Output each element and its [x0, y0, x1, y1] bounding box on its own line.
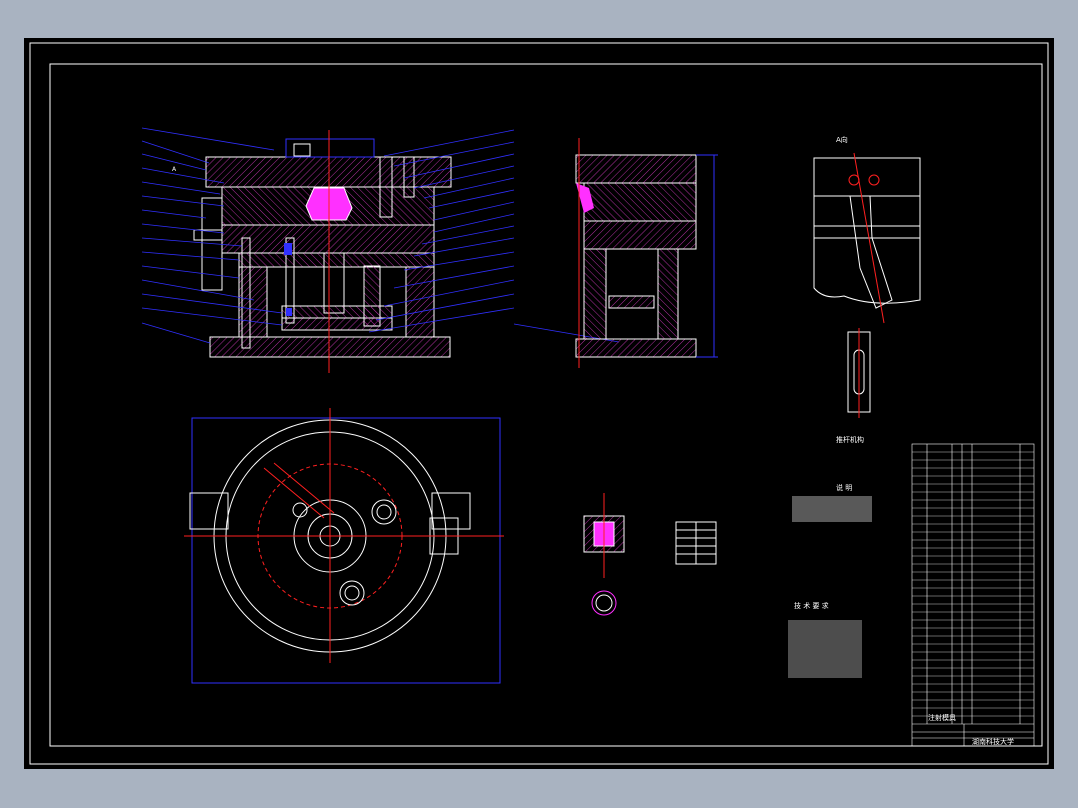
school-name: 湖南科技大学 [972, 737, 1014, 746]
front-section-view: A [172, 130, 452, 373]
tech-title: 技 术 要 求 [794, 601, 829, 610]
part-detail-table [675, 521, 717, 565]
notes-title: 说 明 [836, 483, 852, 492]
drawing-sheet: A A向 推杆机构 说 明 技 术 要 求 注射模具 湖南科技大学 [24, 38, 1054, 769]
a-view-label: A向 [836, 135, 848, 144]
drawing-title: 注射模具 [928, 713, 956, 722]
a-view-detail: A向 [813, 135, 921, 324]
outer-frame [29, 42, 1049, 765]
ejector-slot-detail: 推杆机构 [836, 328, 871, 444]
side-section-view [575, 138, 718, 368]
part-detail-bushing [583, 493, 625, 616]
ejector-caption: 推杆机构 [836, 435, 864, 444]
parts-list-rows [912, 451, 1034, 717]
notes-block: 说 明 技 术 要 求 [788, 483, 872, 678]
plan-view [184, 408, 504, 684]
parts-list [911, 443, 1035, 747]
view-marker-a: A [172, 166, 177, 173]
